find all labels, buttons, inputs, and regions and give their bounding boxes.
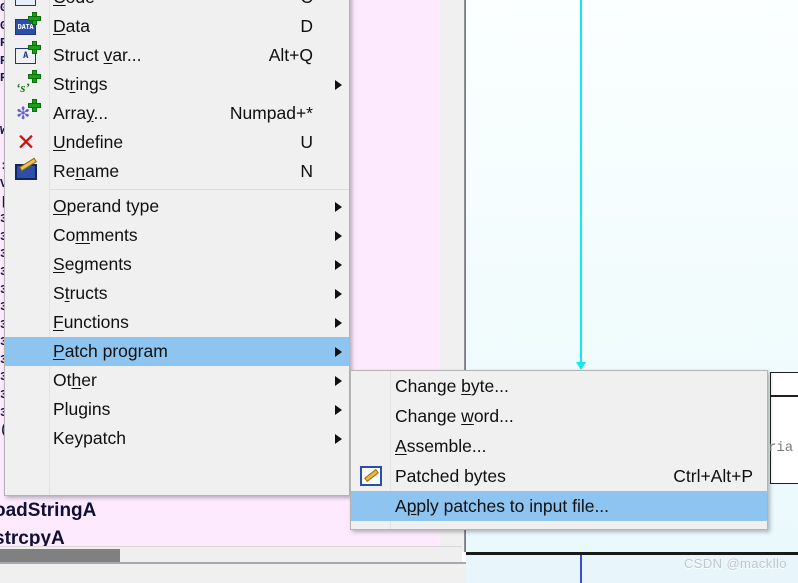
- menu-item-undefine-label: Undefine: [53, 132, 124, 152]
- menu-item-plugins-icon-slot: [5, 395, 49, 424]
- submenu-item-apply-patches-icon-slot: [351, 492, 390, 521]
- undefine-x-icon: ✕: [16, 129, 36, 156]
- menu-item-operand-type-icon-slot: [5, 192, 49, 221]
- submenu-item-change-byte-icon-slot: [351, 372, 390, 401]
- submenu-item-apply-patches-label: Apply patches to input file...: [395, 495, 610, 516]
- menu-item-other-icon-slot: [5, 366, 49, 395]
- menu-item-operand-type-label: Operand type: [53, 196, 160, 216]
- menu-item-patch-program-submenu-arrow-icon: [327, 346, 349, 357]
- menu-item-other[interactable]: Other: [5, 366, 349, 395]
- menu-item-array[interactable]: ✻ Array... Numpad+*: [5, 98, 349, 128]
- menu-item-plugins-label: Plugins: [53, 399, 111, 419]
- strings-plus-icon: ‘s’: [5, 69, 49, 99]
- listing-entry-loadstring: oadStringA: [0, 500, 97, 521]
- menu-item-data-shortcut: D: [300, 16, 313, 36]
- menu-item-data-label: Data: [53, 16, 90, 36]
- menu-item-strings-submenu-arrow-icon: [327, 79, 349, 90]
- graph-edge-arrow-icon: [576, 362, 586, 370]
- menu-item-patch-program-label: Patch program: [53, 341, 168, 361]
- menu-item-keypatch[interactable]: Keypatch: [5, 424, 349, 453]
- menu-item-array-label: Array...: [53, 103, 109, 123]
- menu-item-functions-icon-slot: [5, 308, 49, 337]
- menu-item-struct-var-label: Struct var...: [53, 45, 142, 65]
- menu-item-struct-var-shortcut: Alt+Q: [268, 45, 313, 65]
- menu-item-code-label: Code: [49, 0, 300, 8]
- edit-context-menu[interactable]: CODE Code C DATA Data D A Struct var... …: [4, 0, 350, 496]
- menu-item-functions-label: Functions: [53, 312, 129, 332]
- menu-item-comments-label: Comments: [53, 225, 138, 245]
- array-plus-icon: ✻: [5, 98, 49, 128]
- submenu-item-change-word-label: Change word...: [395, 405, 514, 426]
- menu-item-keypatch-icon-slot: [5, 424, 49, 453]
- menu-item-segments-submenu-arrow-icon: [327, 259, 349, 270]
- rename-icon: [5, 157, 49, 186]
- csdn-watermark: CSDN @mackllo: [684, 556, 787, 571]
- graph-node-text: ria: [768, 440, 794, 456]
- menu-item-undefine-shortcut: U: [300, 132, 313, 152]
- menu-item-undefine[interactable]: ✕ Undefine U: [5, 128, 349, 157]
- screen: G G R R R W : V | 3 3 3 3 3 3 3 3 3 3 3 …: [0, 0, 798, 583]
- menu-item-rename-label: Rename: [53, 161, 120, 181]
- menu-item-comments-icon-slot: [5, 221, 49, 250]
- menu-item-code[interactable]: CODE Code C: [5, 0, 349, 12]
- graph-node-header-rule: [771, 395, 798, 397]
- menu-item-structs-label: Structs: [53, 283, 108, 303]
- menu-item-keypatch-submenu-arrow-icon: [327, 433, 349, 444]
- struct-var-plus-icon: A: [5, 40, 49, 70]
- menu-item-plugins[interactable]: Plugins: [5, 395, 349, 424]
- submenu-item-change-byte-label: Change byte...: [395, 375, 509, 396]
- submenu-item-patched-bytes-label: Patched bytes: [395, 465, 506, 486]
- menu-item-operand-type-submenu-arrow-icon: [327, 201, 349, 212]
- menu-item-strings[interactable]: ‘s’ Strings: [5, 69, 349, 99]
- menu-item-data[interactable]: DATA Data D: [5, 11, 349, 41]
- menu-item-comments[interactable]: Comments: [5, 221, 349, 250]
- graph-bottom-marker-line: [580, 555, 582, 583]
- submenu-item-patched-bytes-shortcut: Ctrl+Alt+P: [673, 465, 753, 486]
- menu-item-structs-submenu-arrow-icon: [327, 288, 349, 299]
- menu-item-structs[interactable]: Structs: [5, 279, 349, 308]
- submenu-item-assemble-label: Assemble...: [395, 435, 487, 456]
- patched-bytes-icon: [351, 462, 390, 491]
- submenu-item-change-word-icon-slot: [351, 402, 390, 431]
- menu-item-array-shortcut: Numpad+*: [229, 103, 313, 123]
- code-plus-icon: CODE: [5, 0, 49, 12]
- menu-item-rename[interactable]: Rename N: [5, 157, 349, 186]
- submenu-item-apply-patches[interactable]: Apply patches to input file...: [351, 491, 767, 521]
- menu-item-structs-icon-slot: [5, 279, 49, 308]
- menu-item-rename-shortcut: N: [300, 161, 313, 181]
- menu-item-plugins-submenu-arrow-icon: [327, 404, 349, 415]
- menu-item-operand-type[interactable]: Operand type: [5, 192, 349, 221]
- menu-item-struct-var[interactable]: A Struct var... Alt+Q: [5, 40, 349, 70]
- menu-item-other-submenu-arrow-icon: [327, 375, 349, 386]
- menu-item-functions[interactable]: Functions: [5, 308, 349, 337]
- menu-item-other-label: Other: [53, 370, 97, 390]
- submenu-item-assemble[interactable]: Assemble...: [351, 431, 767, 461]
- menu-item-segments-icon-slot: [5, 250, 49, 279]
- menu-item-strings-label: Strings: [53, 74, 108, 94]
- menu-item-segments[interactable]: Segments: [5, 250, 349, 279]
- menu-item-patch-program[interactable]: Patch program: [5, 337, 349, 366]
- graph-edge-line: [580, 0, 582, 366]
- submenu-item-change-byte[interactable]: Change byte...: [351, 371, 767, 401]
- submenu-item-assemble-icon-slot: [351, 432, 390, 461]
- menu-item-patch-program-icon-slot: [5, 337, 49, 366]
- data-plus-icon: DATA: [5, 11, 49, 41]
- submenu-item-change-word[interactable]: Change word...: [351, 401, 767, 431]
- menu-item-functions-submenu-arrow-icon: [327, 317, 349, 328]
- graph-node-box[interactable]: [770, 372, 798, 484]
- horizontal-scrollbar-thumb[interactable]: [0, 549, 120, 562]
- menu-item-keypatch-label: Keypatch: [53, 428, 126, 448]
- menu-item-segments-label: Segments: [53, 254, 132, 274]
- menu-item-comments-submenu-arrow-icon: [327, 230, 349, 241]
- patch-program-submenu[interactable]: Change byte... Change word... Assemble..…: [350, 370, 768, 530]
- menu-item-code-shortcut: C: [300, 0, 327, 8]
- submenu-item-patched-bytes[interactable]: Patched bytes Ctrl+Alt+P: [351, 461, 767, 491]
- panel-bottom-filler: [0, 564, 466, 583]
